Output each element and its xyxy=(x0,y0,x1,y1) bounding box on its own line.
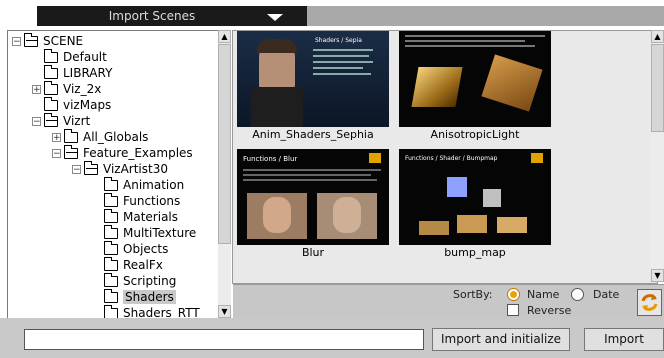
sort-name-label[interactable]: Name xyxy=(527,288,559,301)
scene-thumbnail: Functions / Blur xyxy=(237,149,389,245)
tree-item[interactable]: Shaders xyxy=(92,289,176,305)
tree-item[interactable]: Animation xyxy=(92,177,184,193)
folder-icon xyxy=(104,241,118,255)
tree-item-label: Scripting xyxy=(123,274,177,288)
tree-item[interactable]: − SCENE xyxy=(12,33,83,49)
tree-item[interactable]: − Feature_Examples xyxy=(52,145,193,161)
thumb-title: Functions / Shader / Bumpmap xyxy=(405,155,498,162)
tree-item-label: MultiTexture xyxy=(123,226,197,240)
reverse-label[interactable]: Reverse xyxy=(527,304,571,317)
tree-item[interactable]: RealFx xyxy=(92,257,163,273)
collapse-icon[interactable]: − xyxy=(72,165,81,175)
folder-icon xyxy=(104,257,118,271)
scene-thumbnail xyxy=(399,31,551,127)
tree-item-label: Objects xyxy=(123,242,169,256)
tree-item[interactable]: − Vizrt xyxy=(32,113,90,129)
scroll-up-icon[interactable]: ▲ xyxy=(218,30,231,43)
tree-item[interactable]: + All_Globals xyxy=(52,129,148,145)
scroll-down-icon[interactable]: ▼ xyxy=(651,269,664,282)
folder-icon xyxy=(104,177,118,191)
sort-name-radio[interactable] xyxy=(507,288,520,301)
tree-item-label: Feature_Examples xyxy=(83,146,193,160)
folder-icon xyxy=(44,97,58,111)
import-button[interactable]: Import xyxy=(584,328,664,351)
tree-item[interactable]: Scripting xyxy=(92,273,176,289)
folder-open-icon xyxy=(24,33,38,47)
thumb-title: Shaders / Sepia xyxy=(315,37,362,44)
folder-icon xyxy=(64,129,78,143)
folder-open-icon xyxy=(84,161,98,175)
scroll-up-icon[interactable]: ▲ xyxy=(651,30,664,43)
tree-item-label: Materials xyxy=(123,210,179,224)
folder-open-icon xyxy=(64,145,78,159)
tree-item-label: Animation xyxy=(123,178,185,192)
folder-icon xyxy=(44,65,58,79)
tree-item[interactable]: Functions xyxy=(92,193,180,209)
scene-name: Blur xyxy=(301,246,325,259)
folder-icon xyxy=(44,81,58,95)
collapse-icon[interactable]: − xyxy=(32,117,41,127)
expand-icon[interactable]: + xyxy=(52,133,61,143)
tree-item-label: All_Globals xyxy=(83,130,149,144)
sort-date-radio[interactable] xyxy=(571,288,584,301)
folder-icon xyxy=(104,273,118,287)
sort-bar: SortBy: Name Date Reverse xyxy=(233,284,664,319)
thumb-title: Functions / Blur xyxy=(243,155,298,163)
tree-item[interactable]: vizMaps xyxy=(32,97,111,113)
tree-item-label: Viz_2x xyxy=(63,82,102,96)
tree-item-label: VizArtist30 xyxy=(103,162,168,176)
expand-icon[interactable]: + xyxy=(32,85,41,95)
window-title: Import Scenes xyxy=(108,9,196,23)
tree-item-label: Vizrt xyxy=(63,114,91,128)
tree-item[interactable]: Materials xyxy=(92,209,178,225)
tree-scroll-thumb[interactable] xyxy=(218,44,231,244)
scene-thumbnail: Shaders / Sepia xyxy=(237,31,389,127)
scene-name: bump_map xyxy=(444,246,506,259)
window-title-dropdown[interactable]: Import Scenes xyxy=(37,6,307,26)
tree-item-label: Functions xyxy=(123,194,181,208)
triangle-down-icon[interactable] xyxy=(267,14,283,21)
scene-name: AnisotropicLight xyxy=(430,128,520,141)
folder-open-icon xyxy=(44,113,58,127)
scene-thumbnail: Functions / Shader / Bumpmap xyxy=(399,149,551,245)
title-bar-fill xyxy=(307,6,664,26)
folder-icon xyxy=(104,193,118,207)
tree-item[interactable]: − VizArtist30 xyxy=(72,161,168,177)
folder-icon xyxy=(104,289,118,303)
reverse-checkbox[interactable] xyxy=(507,304,519,316)
tree-item[interactable]: Objects xyxy=(92,241,168,257)
refresh-button[interactable] xyxy=(637,289,662,316)
import-and-initialize-button[interactable]: Import and initialize xyxy=(432,328,570,351)
gallery-scrollbar[interactable]: ▲ ▼ xyxy=(651,30,664,282)
tree-item[interactable]: Default xyxy=(32,49,107,65)
scroll-down-icon[interactable]: ▼ xyxy=(218,305,231,318)
tree-item-label: RealFx xyxy=(123,258,163,272)
scene-path-input[interactable] xyxy=(24,329,424,350)
tree-item-label: Shaders xyxy=(123,290,176,304)
tree-item-label: vizMaps xyxy=(63,98,112,112)
title-bar: Import Scenes xyxy=(0,0,664,26)
tree-item[interactable]: MultiTexture xyxy=(92,225,196,241)
tree-item-label: Default xyxy=(63,50,107,64)
bottom-bar: Import and initialize Import xyxy=(0,318,664,358)
sort-date-label[interactable]: Date xyxy=(593,288,619,301)
folder-icon xyxy=(44,49,58,63)
scene-gallery[interactable]: Shaders / Sepia Anim_Shaders_Sephia Anis… xyxy=(232,30,658,284)
scene-name: Anim_Shaders_Sephia xyxy=(252,128,374,141)
sort-by-label: SortBy: xyxy=(453,288,493,301)
collapse-icon[interactable]: − xyxy=(52,149,61,159)
tree-scrollbar[interactable]: ▲ ▼ xyxy=(218,30,231,318)
tree-item[interactable]: LIBRARY xyxy=(32,65,112,81)
folder-tree[interactable]: − SCENE Default LIBRARY + Viz_2x vizMaps − Vizrt… xyxy=(7,30,219,320)
folder-icon xyxy=(104,225,118,239)
tree-item-label: SCENE xyxy=(43,34,84,48)
gallery-scroll-thumb[interactable] xyxy=(651,44,664,132)
folder-icon xyxy=(104,209,118,223)
tree-item[interactable]: + Viz_2x xyxy=(32,81,101,97)
tree-item-label: LIBRARY xyxy=(63,66,113,80)
collapse-icon[interactable]: − xyxy=(12,37,21,47)
refresh-icon xyxy=(641,294,658,311)
